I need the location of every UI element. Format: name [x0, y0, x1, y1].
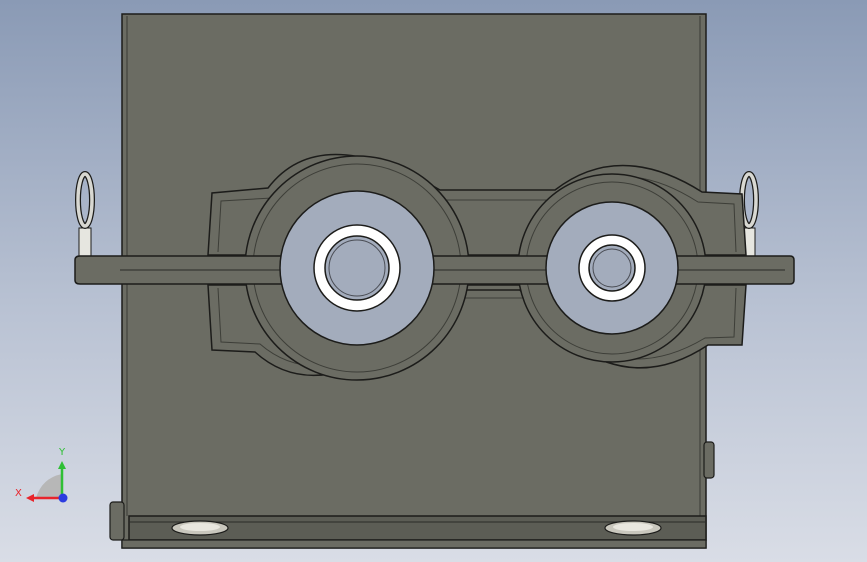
lifting-eye-left-shank — [78, 227, 92, 259]
triad-x-arrow — [26, 494, 34, 502]
shaft-left — [324, 235, 390, 301]
triad-y-arrow — [58, 461, 66, 469]
right-side-plug — [703, 441, 715, 479]
cad-viewport[interactable]: X Y — [0, 0, 867, 562]
triad-plane — [36, 474, 62, 498]
view-triad[interactable]: X Y — [15, 447, 68, 503]
foot-pad-right-inner — [613, 523, 653, 531]
shaft-right — [588, 244, 636, 292]
foot-pad-left-inner — [180, 523, 220, 531]
triad-y-label: Y — [58, 447, 66, 458]
base-flange-lip — [121, 539, 707, 549]
base-left-tab — [109, 501, 125, 541]
triad-x-label: X — [15, 488, 22, 499]
gearbox-model[interactable]: X Y — [0, 0, 867, 562]
triad-z-origin — [58, 493, 68, 503]
